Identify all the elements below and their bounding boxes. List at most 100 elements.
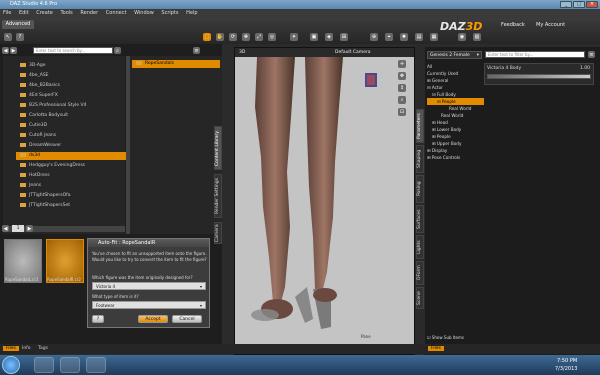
tab-scene[interactable]: Scene: [416, 287, 424, 309]
menu-connect[interactable]: Connect: [103, 9, 130, 18]
orbit-icon[interactable]: ✛: [398, 60, 406, 68]
help-cursor-icon[interactable]: ↖: [4, 33, 12, 41]
menu-render[interactable]: Render: [77, 9, 101, 18]
menu-file[interactable]: File: [0, 9, 14, 18]
tree-item[interactable]: Real World: [427, 112, 484, 119]
subfolder-item[interactable]: RopeSandals: [132, 60, 220, 68]
next-page-icon[interactable]: ▶: [26, 225, 33, 232]
tree-item-selected[interactable]: ⊟ People: [427, 98, 484, 105]
tree-item[interactable]: ⊞ Display: [427, 147, 484, 154]
tree-item[interactable]: All: [427, 63, 484, 70]
maximize-button[interactable]: □: [573, 1, 585, 8]
menu-help[interactable]: Help: [183, 9, 200, 18]
slider-value[interactable]: 1.00: [580, 66, 590, 71]
pan-icon[interactable]: ✥: [398, 72, 406, 80]
my-account-link[interactable]: My Account: [536, 22, 565, 28]
scale-tool-icon[interactable]: ⤢: [255, 33, 263, 41]
folder-item-selected[interactable]: ds3d: [16, 152, 126, 160]
folder-item[interactable]: 4be_B2Basics: [16, 82, 126, 90]
minimize-button[interactable]: _: [560, 1, 572, 8]
menu-tools[interactable]: Tools: [57, 9, 75, 18]
firefox-icon[interactable]: [60, 357, 80, 373]
folder-item[interactable]: Hedgguy's EveningDress: [16, 162, 126, 170]
pose-tool-icon[interactable]: ✋: [216, 33, 224, 41]
3d-viewport[interactable]: 3D Default Camera Pane: [234, 47, 415, 355]
folder-item[interactable]: CutoR Jeans: [16, 132, 126, 140]
render-settings-icon[interactable]: ▦: [430, 33, 438, 41]
folder-item[interactable]: 4be_ASE: [16, 72, 126, 80]
camera-icon[interactable]: ◉: [458, 33, 466, 41]
panel-menu-icon[interactable]: ≡: [193, 47, 200, 54]
figure-select[interactable]: Victoria 4 ▾: [92, 282, 206, 290]
forward-icon[interactable]: ▶: [10, 47, 17, 54]
dolly-icon[interactable]: ↕: [398, 84, 406, 92]
rotate-tool-icon[interactable]: ⟳: [229, 33, 237, 41]
tree-item[interactable]: ⊟ Full Body: [427, 91, 484, 98]
menu-create[interactable]: Create: [33, 9, 56, 18]
tab-render-settings[interactable]: Render Settings: [214, 174, 222, 218]
start-button[interactable]: [2, 356, 20, 374]
tab-info[interactable]: Info: [22, 346, 31, 351]
daz-studio-icon[interactable]: [86, 357, 106, 373]
tab-parameters[interactable]: Parameters: [416, 109, 424, 143]
tree-item[interactable]: ⊞ Pose Controls: [427, 154, 484, 161]
translate-tool-icon[interactable]: ✥: [242, 33, 250, 41]
tree-item[interactable]: Real World: [427, 105, 484, 112]
camera-selector[interactable]: Default Camera: [335, 48, 371, 57]
geometry-tool-icon[interactable]: ▣: [310, 33, 318, 41]
folder-item[interactable]: HotDress: [16, 172, 126, 180]
item-type-select[interactable]: Footwear ▾: [92, 301, 206, 309]
close-button[interactable]: ×: [586, 1, 598, 8]
surface-tool-icon[interactable]: ◈: [325, 33, 333, 41]
folder-item[interactable]: Cutie3D: [16, 122, 126, 130]
tree-item[interactable]: ⊞ Upper Body: [427, 140, 484, 147]
search-icon[interactable]: ⌕: [114, 47, 121, 54]
menu-window[interactable]: Window: [131, 9, 157, 18]
show-sub-items-checkbox[interactable]: ☑ Show Sub Items: [427, 335, 464, 340]
explorer-icon[interactable]: [34, 357, 54, 373]
tab-content-library[interactable]: Content Library: [214, 126, 222, 170]
zoom-icon[interactable]: ⌕: [398, 96, 406, 104]
tree-item[interactable]: ⊞ People: [427, 133, 484, 140]
folder-item[interactable]: Jeans: [16, 182, 126, 190]
node-tool-icon[interactable]: ◎: [268, 33, 276, 41]
folder-item[interactable]: B2S Professional Style V4: [16, 102, 126, 110]
tree-item[interactable]: ⊞ General: [427, 77, 484, 84]
folder-item[interactable]: 4Ed SuperFX: [16, 92, 126, 100]
tab-lights[interactable]: Lights: [416, 235, 424, 259]
folder-item[interactable]: 3D-Age: [16, 62, 126, 70]
panel-menu-icon[interactable]: ≡: [588, 51, 595, 58]
victoria-4-body-slider[interactable]: [487, 74, 591, 79]
tree-item[interactable]: ⊞ Lower Body: [427, 126, 484, 133]
folder-scrollbar[interactable]: [126, 56, 130, 234]
render-preview-icon[interactable]: ▧: [473, 33, 481, 41]
clock-date[interactable]: 7/3/2013: [555, 366, 577, 372]
tab-params-files[interactable]: Files: [428, 346, 444, 351]
tab-advanced[interactable]: Advanced: [2, 20, 34, 29]
tree-item[interactable]: ⊟ Actor: [427, 84, 484, 91]
folder-item[interactable]: JTTightShapersSet: [16, 202, 126, 210]
tab-camera[interactable]: Camera: [214, 222, 222, 244]
tab-shaping[interactable]: Shaping: [416, 145, 424, 173]
prev-page-icon[interactable]: ◀: [2, 225, 9, 232]
tree-item[interactable]: Currently Used: [427, 70, 484, 77]
menu-edit[interactable]: Edit: [16, 9, 32, 18]
tab-dform[interactable]: DForm: [416, 261, 424, 285]
tab-tags[interactable]: Tags: [38, 346, 48, 351]
folder-item[interactable]: JTTightShapersOfa: [16, 192, 126, 200]
parameter-filter-input[interactable]: Enter text to filter by...: [485, 51, 585, 58]
light-tool-icon[interactable]: ✦: [290, 33, 298, 41]
cancel-button[interactable]: Cancel: [172, 315, 202, 323]
tab-files[interactable]: Files: [3, 346, 19, 351]
help-icon[interactable]: ?: [16, 33, 24, 41]
feedback-link[interactable]: Feedback: [501, 22, 525, 28]
figure-selector[interactable]: Genesis 2 Female ▾: [427, 51, 482, 59]
spot-render-icon[interactable]: ⊞: [340, 33, 348, 41]
page-number[interactable]: 1: [12, 225, 24, 232]
folder-item[interactable]: DreamWeaver: [16, 142, 126, 150]
back-icon[interactable]: ◀: [2, 47, 9, 54]
dialog-help-button[interactable]: ?: [92, 315, 104, 323]
menu-scripts[interactable]: Scripts: [158, 9, 181, 18]
folder-item[interactable]: Carlotta Bodysuit: [16, 112, 126, 120]
tab-posing[interactable]: Posing: [416, 175, 424, 203]
